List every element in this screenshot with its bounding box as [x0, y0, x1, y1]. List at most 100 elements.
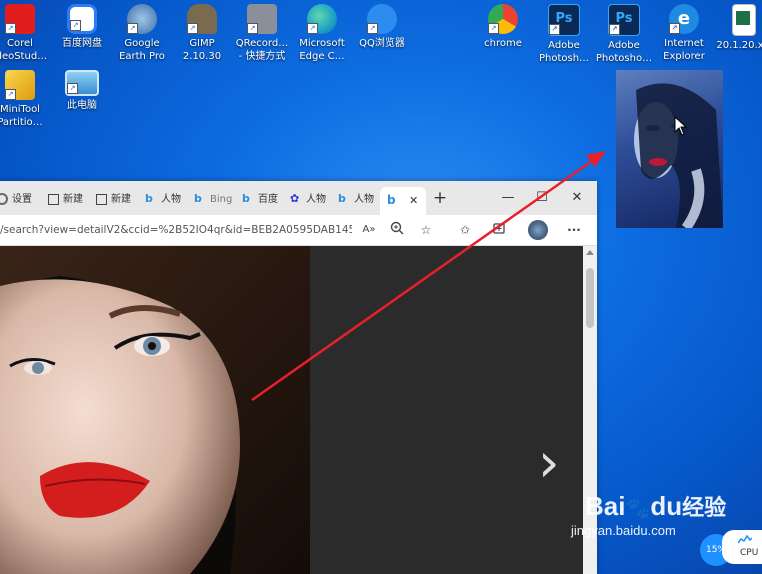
- desktop-icon-label: MiniTool Partitio…: [0, 104, 43, 128]
- collections-icon[interactable]: [490, 221, 508, 239]
- minimize-button[interactable]: —: [496, 187, 520, 209]
- desktop-icon-label: QRecord… - 快捷方式: [235, 38, 289, 62]
- scrollbar-thumb[interactable]: [586, 268, 594, 328]
- tab-label: 设置: [12, 194, 32, 205]
- more-icon[interactable]: ···: [565, 221, 583, 239]
- desktop-icon-label: 百度网盘: [62, 38, 102, 49]
- watermark-du: du: [650, 491, 683, 521]
- profile-icon[interactable]: [528, 220, 548, 240]
- cpu-badge[interactable]: CPU: [722, 530, 762, 564]
- cursor-icon: [674, 116, 688, 136]
- tab-bing[interactable]: b Bing: [194, 188, 234, 212]
- bing-icon: b: [387, 193, 396, 207]
- new-tab-button[interactable]: +: [428, 187, 452, 209]
- next-image-button[interactable]: ›: [538, 436, 560, 490]
- desktop-icon-label: Corel ideoStud…: [0, 38, 48, 62]
- desktop-icon-label: GIMP 2.10.30: [182, 38, 222, 62]
- close-tab-icon[interactable]: ✕: [409, 187, 418, 215]
- tab-new-1[interactable]: 新建: [48, 188, 88, 212]
- tab-label: 新建: [63, 194, 83, 205]
- desktop-icon-label: 此电脑: [67, 100, 97, 111]
- tab-person-1[interactable]: b 人物: [145, 188, 185, 212]
- desktop-icon-minitool[interactable]: ↗ MiniTool Partitio…: [0, 66, 52, 129]
- desktop-icon-photoshop[interactable]: Ps ↗ Adobe Photosh…: [532, 0, 596, 65]
- address-bar: /search?view=detailV2&ccid=%2B52IO4qr&id…: [0, 215, 597, 246]
- tab-settings[interactable]: 设置: [0, 188, 40, 212]
- desktop-icon-google-earth[interactable]: ↗ Google Earth Pro: [110, 0, 174, 63]
- chrome-icon: ↗: [488, 4, 518, 34]
- tab-active[interactable]: b ✕: [380, 187, 426, 215]
- bing-icon: b: [242, 192, 250, 205]
- favorites-icon[interactable]: ✩: [456, 221, 474, 239]
- internet-explorer-icon: e ↗: [669, 4, 699, 34]
- desktop-icon-this-pc[interactable]: ↗ 此电脑: [50, 66, 114, 112]
- tab-label: Bing: [210, 194, 233, 205]
- scroll-up-icon[interactable]: [586, 250, 594, 255]
- desktop-icon-internet-explorer[interactable]: e ↗ Internet Explorer: [652, 0, 716, 63]
- favorite-add-icon[interactable]: ☆: [417, 221, 435, 239]
- qq-browser-icon: ↗: [367, 4, 397, 34]
- excel-file-icon: [732, 4, 756, 36]
- newtab-icon: [96, 193, 107, 205]
- watermark-cn: 经验: [682, 495, 727, 520]
- image-viewer: ›: [0, 246, 597, 574]
- maximize-button[interactable]: ☐: [530, 187, 554, 209]
- tab-label: 人物: [306, 194, 326, 205]
- bing-icon: b: [145, 192, 153, 205]
- baidu-jingyan-watermark: Bai🐾du经验 jingyan.baidu.com: [571, 491, 727, 538]
- tab-bar: 设置 新建 新建 b 人物 b Bing b 百度 ✿ 人物 b 人物 b ✕ + — ☐…: [0, 181, 597, 215]
- zoom-icon-glyph: [390, 221, 404, 235]
- desktop-icon-label: 20.1.20.xls: [716, 40, 762, 51]
- photoshop-icon: Ps ↗: [548, 4, 580, 36]
- desktop-icon-label: Google Earth Pro: [119, 38, 165, 62]
- collections-icon-glyph: [493, 223, 505, 234]
- tab-baidu[interactable]: b 百度: [242, 188, 282, 212]
- desktop-icon-label: chrome: [484, 38, 522, 49]
- corel-videostudio-icon: ↗: [5, 4, 35, 34]
- gear-icon: [0, 193, 8, 205]
- desktop-icon-label: Internet Explorer: [663, 38, 705, 62]
- desktop-icon-photoshop-2[interactable]: Ps ↗ Adobe Photosho…: [592, 0, 656, 65]
- tab-person-3[interactable]: b 人物: [338, 188, 378, 212]
- bing-icon: b: [194, 192, 202, 205]
- desktop-icon-label: Adobe Photosh…: [538, 40, 590, 64]
- desktop-icon-edge-canary[interactable]: ↗ Microsoft Edge C…: [290, 0, 354, 63]
- desktop-icon-baidu-netdisk[interactable]: ↗ 百度网盘: [50, 0, 114, 50]
- tab-label: 新建: [111, 194, 131, 205]
- desktop-icon-label: Microsoft Edge C…: [299, 38, 345, 62]
- desktop-icon-excel-file[interactable]: 20.1.20.xls: [712, 0, 762, 52]
- this-pc-icon: ↗: [65, 70, 99, 96]
- watermark-brand: Bai: [585, 491, 626, 521]
- desktop-icon-qrecord[interactable]: ↗ QRecord… - 快捷方式: [230, 0, 294, 63]
- photoshop-icon-2: Ps ↗: [608, 4, 640, 36]
- desktop-icon-chrome[interactable]: ↗ chrome: [471, 0, 535, 50]
- url-field[interactable]: /search?view=detailV2&ccid=%2B52IO4qr&id…: [0, 215, 352, 245]
- desktop-icon-corel[interactable]: ↗ Corel ideoStud…: [0, 0, 52, 63]
- newtab-icon: [48, 193, 59, 205]
- cpu-label: CPU: [740, 548, 759, 558]
- qrecord-icon: ↗: [247, 4, 277, 34]
- portrait-thumbnail-image: [634, 83, 723, 231]
- close-window-button[interactable]: ✕: [565, 187, 589, 209]
- gimp-icon: ↗: [187, 4, 217, 34]
- minitool-partition-icon: ↗: [5, 70, 35, 100]
- zoom-icon[interactable]: [388, 221, 406, 239]
- tab-label: 人物: [354, 194, 374, 205]
- tab-new-2[interactable]: 新建: [96, 188, 136, 212]
- read-aloud-icon[interactable]: A»: [360, 221, 378, 239]
- bing-icon: b: [338, 192, 346, 205]
- desktop-icon-gimp[interactable]: ↗ GIMP 2.10.30: [170, 0, 234, 63]
- desktop-icon-qq-browser[interactable]: ↗ QQ浏览器: [350, 0, 414, 50]
- portrait-image[interactable]: [0, 246, 310, 574]
- desktop-icon-label: Adobe Photosho…: [595, 40, 653, 64]
- baidu-paw-icon: 🐾: [625, 498, 651, 520]
- dragged-image-thumbnail[interactable]: [616, 70, 723, 231]
- tab-person-2[interactable]: ✿ 人物: [290, 188, 330, 212]
- google-earth-icon: ↗: [127, 4, 157, 34]
- tab-label: 人物: [161, 194, 181, 205]
- watermark-url: jingyan.baidu.com: [571, 523, 676, 538]
- tab-label: 百度: [258, 194, 278, 205]
- browser-window: 设置 新建 新建 b 人物 b Bing b 百度 ✿ 人物 b 人物 b ✕ + — ☐…: [0, 181, 597, 574]
- baidu-paw-icon: ✿: [290, 192, 300, 205]
- desktop-icon-label: QQ浏览器: [359, 38, 405, 49]
